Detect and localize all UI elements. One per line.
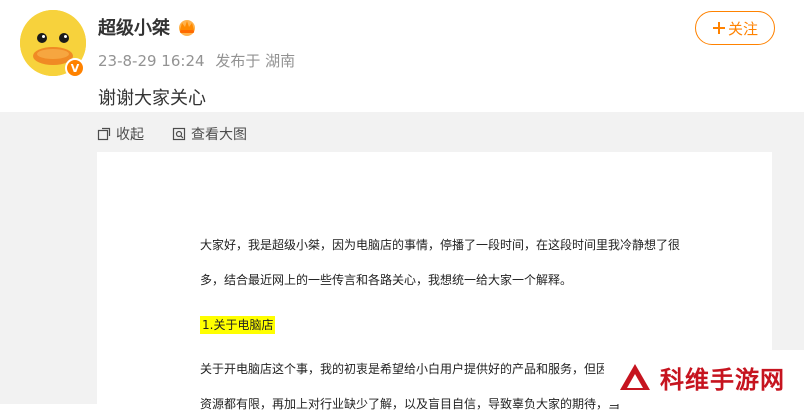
site-watermark: 科维手游网 [604, 350, 804, 404]
crown-icon [179, 20, 195, 36]
post-text: 谢谢大家关心 [98, 88, 206, 109]
collapse-icon [97, 127, 111, 141]
document-heading-highlight: 1.关于电脑店 [200, 316, 276, 334]
collapse-button[interactable]: 收起 [97, 124, 144, 144]
verified-v-badge: V [65, 58, 85, 78]
post-location: 发布于 湖南 [215, 52, 296, 70]
document-line: 关于开电脑店这个事，我的初衷是希望给小白用户提供好的产品和服务，但因为 [200, 362, 621, 376]
document-line: 大家好，我是超级小桀，因为电脑店的事情，停播了一段时间，在这段时间里我冷静想了很 [200, 238, 681, 252]
view-large-label: 查看大图 [191, 127, 247, 143]
view-large-button[interactable]: 查看大图 [172, 124, 247, 144]
triangle-logo-icon [620, 364, 650, 390]
follow-button[interactable]: 关注 [695, 11, 775, 45]
collapse-label: 收起 [116, 127, 144, 143]
media-toolbar: 收起 查看大图 [97, 124, 247, 144]
post-meta: 23-8-29 16:24 发布于 湖南 [98, 50, 301, 71]
follow-label: 关注 [727, 19, 758, 38]
username-label: 超级小桀 [98, 18, 170, 39]
document-heading: 1.关于电脑店 [200, 316, 276, 334]
username[interactable]: 超级小桀 [98, 14, 198, 40]
post-timestamp: 23-8-29 16:24 [98, 52, 205, 70]
view-large-image-icon [172, 127, 186, 141]
document-line: 多，结合最近网上的一些传言和各路关心，我想统一给大家一个解释。 [200, 273, 573, 287]
watermark-text: 科维手游网 [660, 365, 785, 394]
plus-icon [712, 22, 725, 34]
